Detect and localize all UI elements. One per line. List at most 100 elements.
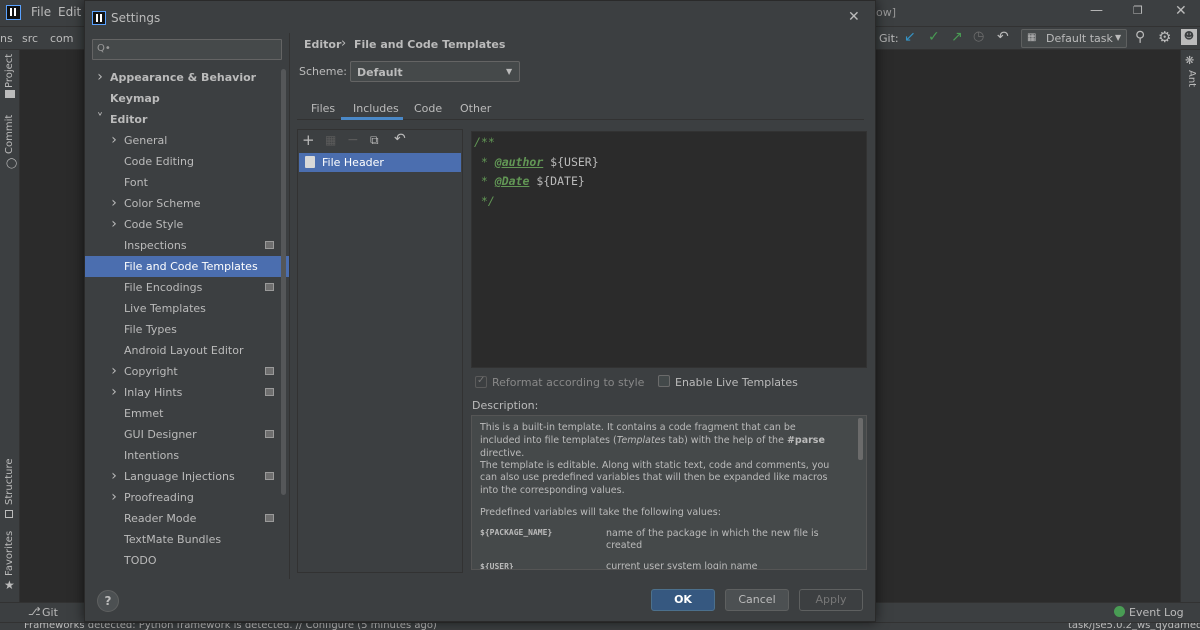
tree-item[interactable]: Keymap (85, 88, 289, 109)
description-scrollbar[interactable] (858, 418, 863, 460)
tree-item[interactable]: TODO (85, 550, 289, 571)
git-branch-icon[interactable]: ⎇ (28, 605, 41, 618)
user-icon[interactable]: ☻ (1181, 29, 1197, 45)
tree-item[interactable]: › Language Injections (85, 466, 289, 487)
ant-icon[interactable]: ❋ (1185, 54, 1194, 67)
sidebar-scrollbar[interactable] (281, 69, 286, 495)
tree-item[interactable]: ˅ Editor (85, 109, 289, 130)
breadcrumb-item[interactable]: com (50, 32, 74, 45)
minimize-icon[interactable]: — (1090, 3, 1103, 18)
chevron-right-icon[interactable]: › (109, 382, 119, 403)
tree-item[interactable]: File Encodings (85, 277, 289, 298)
status-message[interactable]: Frameworks detected: Python framework is… (24, 623, 437, 630)
cancel-button[interactable]: Cancel (725, 589, 789, 611)
chevron-right-icon[interactable]: › (109, 361, 119, 382)
chevron-right-icon[interactable]: › (109, 466, 119, 487)
gear-icon[interactable]: ⚙ (1158, 28, 1171, 46)
tree-item[interactable]: › Code Style (85, 214, 289, 235)
tool-ant[interactable]: Ant (1186, 70, 1197, 87)
variable-desc: current user system login name (606, 561, 758, 570)
tree-item[interactable]: Emmet (85, 403, 289, 424)
tree-item[interactable]: › Appearance & Behavior (85, 67, 289, 88)
code-line: * @Date ${DATE} (474, 172, 585, 191)
tree-item-label: Proofreading (124, 491, 194, 504)
help-button[interactable]: ? (97, 590, 119, 612)
tree-item[interactable]: › Inlay Hints (85, 382, 289, 403)
close-icon[interactable]: ✕ (848, 9, 860, 25)
live-templates-label[interactable]: Enable Live Templates (675, 376, 798, 389)
git-push-icon[interactable]: ↗ (951, 29, 963, 45)
tree-item[interactable]: Live Templates (85, 298, 289, 319)
description-text: into the corresponding values. (480, 485, 625, 496)
breadcrumb-parent[interactable]: Editor (304, 38, 341, 51)
breadcrumb-item[interactable]: ns (0, 32, 13, 45)
git-update-icon[interactable]: ↙ (904, 29, 916, 45)
tab-files[interactable]: Files (311, 98, 335, 119)
commit-tool-icon[interactable]: ◯ (6, 158, 17, 169)
tree-item-label: TODO (124, 554, 157, 567)
run-config-select[interactable]: ▦ Default task ▼ (1021, 29, 1127, 48)
tree-item[interactable]: File and Code Templates (85, 256, 289, 277)
description-panel[interactable]: This is a built-in template. It contains… (471, 415, 867, 570)
tool-project[interactable]: Project (4, 54, 15, 88)
restore-icon[interactable]: ❐ (1133, 4, 1143, 17)
app-logo-icon (92, 11, 106, 25)
chevron-right-icon[interactable]: › (109, 487, 119, 508)
add-icon[interactable]: + (302, 133, 315, 148)
event-log-icon[interactable] (1114, 606, 1125, 617)
reset-icon[interactable]: ↶ (394, 132, 406, 146)
tree-item[interactable]: › Copyright (85, 361, 289, 382)
tree-item[interactable]: › Proofreading (85, 487, 289, 508)
project-tool-icon[interactable] (5, 90, 15, 98)
tree-item[interactable]: Reader Mode (85, 508, 289, 529)
scheme-select[interactable]: Default ▼ (350, 61, 520, 82)
tool-favorites[interactable]: Favorites (4, 531, 15, 576)
settings-search-input[interactable]: Q• (92, 39, 282, 60)
chevron-right-icon[interactable]: › (109, 130, 119, 151)
active-tab-indicator (341, 117, 403, 120)
menu-file[interactable]: File (31, 5, 51, 19)
tree-item[interactable]: Intentions (85, 445, 289, 466)
close-window-icon[interactable]: ✕ (1175, 3, 1187, 19)
template-code-editor[interactable]: /** * @author ${USER} * @Date ${DATE} */ (471, 131, 867, 368)
chevron-down-icon[interactable]: ˅ (95, 109, 105, 130)
code-token: * (474, 174, 495, 188)
tree-item[interactable]: File Types (85, 319, 289, 340)
tree-item[interactable]: › General (85, 130, 289, 151)
git-commit-icon[interactable]: ✓ (928, 29, 940, 45)
ok-button[interactable]: OK (651, 589, 715, 611)
tool-commit[interactable]: Commit (4, 115, 15, 154)
chevron-right-icon[interactable]: › (95, 67, 105, 88)
chevron-right-icon[interactable]: › (109, 193, 119, 214)
chevron-right-icon[interactable]: › (109, 214, 119, 235)
tree-item[interactable]: › Color Scheme (85, 193, 289, 214)
git-history-icon[interactable]: ◷ (973, 29, 984, 44)
tree-item[interactable]: Android Layout Editor (85, 340, 289, 361)
tab-other[interactable]: Other (460, 98, 491, 119)
tree-item-label: File Encodings (124, 281, 203, 294)
search-everywhere-icon[interactable]: ⚲ (1135, 29, 1145, 45)
code-token: * (474, 154, 495, 169)
structure-tool-icon[interactable] (5, 510, 13, 518)
tree-item-label: General (124, 134, 168, 147)
tree-item[interactable]: GUI Designer (85, 424, 289, 445)
star-icon[interactable]: ★ (4, 578, 15, 592)
tree-item-label: TextMate Bundles (124, 533, 222, 546)
template-item-file-header[interactable]: File Header (299, 153, 461, 172)
tree-item[interactable]: TextMate Bundles (85, 529, 289, 550)
breadcrumb-item[interactable]: src (22, 32, 38, 45)
menu-edit[interactable]: Edit (58, 5, 81, 19)
tab-code[interactable]: Code (414, 98, 442, 119)
project-scope-icon (265, 514, 274, 522)
tree-item[interactable]: Code Editing (85, 151, 289, 172)
tool-git[interactable]: Git (42, 606, 58, 619)
status-branch[interactable]: task/jse5.0.2_ws_qydamed (1068, 623, 1200, 630)
tool-structure[interactable]: Structure (4, 458, 15, 505)
tool-event-log[interactable]: Event Log (1129, 606, 1184, 619)
tab-includes[interactable]: Includes (353, 98, 399, 119)
live-templates-checkbox[interactable] (658, 375, 670, 387)
tree-item[interactable]: Inspections (85, 235, 289, 256)
tree-item[interactable]: Font (85, 172, 289, 193)
rollback-icon[interactable]: ↶ (997, 29, 1009, 45)
copy-icon[interactable]: ⧉ (370, 133, 379, 147)
